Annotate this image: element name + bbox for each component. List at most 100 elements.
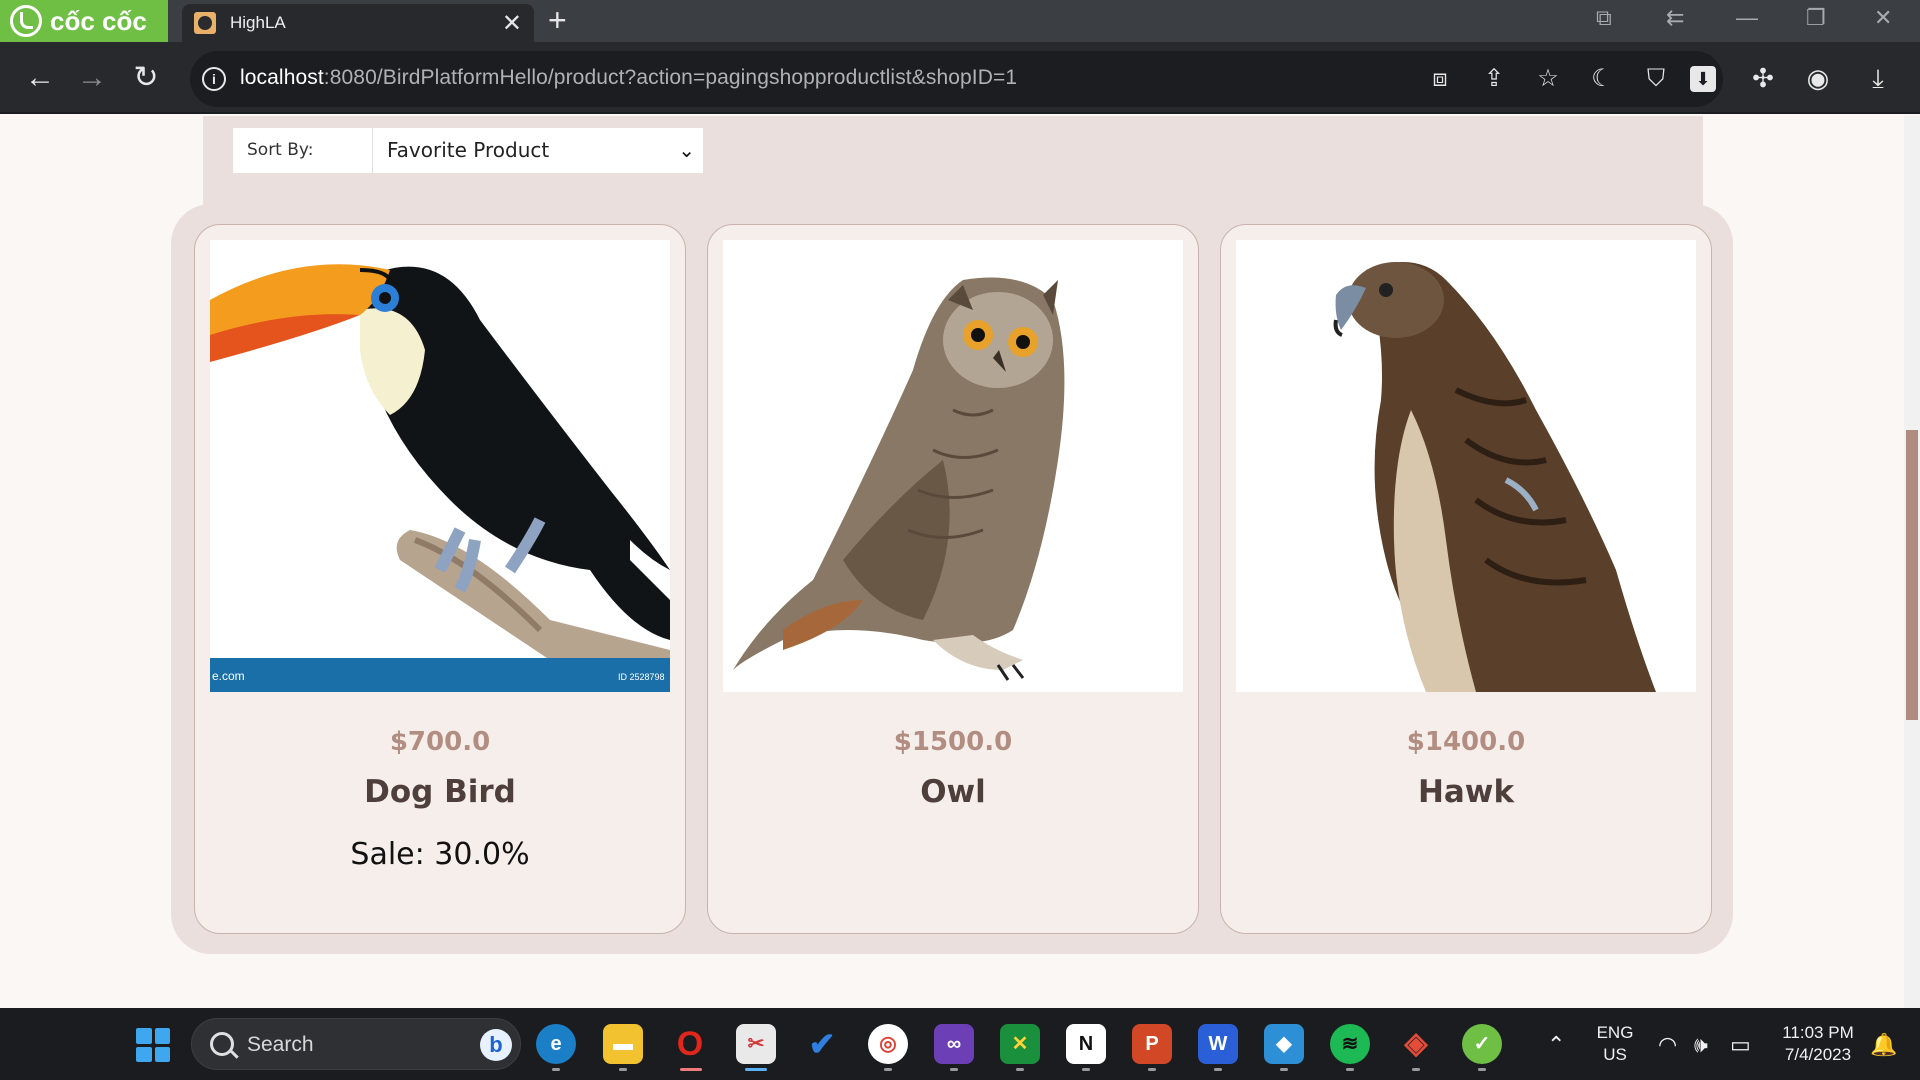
- notion-icon[interactable]: N: [1066, 1024, 1106, 1064]
- page-scrollbar[interactable]: [1904, 116, 1920, 1008]
- tab-close-icon[interactable]: ✕: [502, 9, 522, 38]
- product-image-owl[interactable]: [723, 240, 1183, 692]
- downloads-icon[interactable]: ⤓: [1860, 60, 1896, 96]
- taskbar-search-box[interactable]: Search b: [191, 1018, 521, 1070]
- edge-icon[interactable]: e: [536, 1024, 576, 1064]
- scrollbar-thumb[interactable]: [1906, 430, 1918, 720]
- battery-icon[interactable]: ▭: [1730, 1032, 1751, 1058]
- coccoc-taskbar-icon[interactable]: ✓: [1462, 1024, 1502, 1064]
- volume-icon[interactable]: 🕪: [1694, 1032, 1708, 1058]
- address-bar[interactable]: i localhost:8080/BirdPlatformHello/produ…: [190, 51, 1723, 107]
- file-explorer-icon[interactable]: ▬: [603, 1024, 643, 1064]
- url-text[interactable]: localhost:8080/BirdPlatformHello/product…: [240, 66, 1017, 90]
- product-image-hawk[interactable]: [1236, 240, 1696, 692]
- tab-search-icon[interactable]: ⇇: [1666, 5, 1684, 31]
- chevron-down-icon: ⌄: [678, 138, 695, 162]
- app-running-indicator: [950, 1068, 958, 1071]
- sort-selected-value: Favorite Product: [387, 138, 550, 162]
- coccoc-brand-button[interactable]: cốc cốc: [0, 0, 168, 42]
- wifi-icon[interactable]: ◠: [1658, 1032, 1677, 1058]
- app-running-indicator: [1214, 1068, 1222, 1071]
- page-viewport: Sort By: Favorite Product ⌄ e.com ID 252…: [0, 116, 1904, 1008]
- app-running-indicator: [1478, 1068, 1486, 1071]
- app-running-indicator: [884, 1068, 892, 1071]
- savior-download-icon[interactable]: ⬇: [1690, 66, 1716, 92]
- minimize-icon[interactable]: —: [1736, 5, 1758, 31]
- url-path: :8080/BirdPlatformHello/product?action=p…: [323, 66, 1018, 89]
- close-window-icon[interactable]: ✕: [1874, 5, 1892, 31]
- product-image-toucan[interactable]: e.com ID 2528798: [210, 240, 670, 692]
- clock-date: 7/4/2023: [1784, 1045, 1852, 1064]
- product-name[interactable]: Dog Bird: [195, 774, 685, 810]
- product-sale: Sale: 30.0%: [350, 837, 530, 872]
- site-info-icon[interactable]: i: [202, 67, 226, 91]
- reload-icon[interactable]: ↻: [126, 58, 166, 98]
- product-card[interactable]: $1400.0 Hawk: [1220, 224, 1712, 934]
- toucan-illustration: e.com ID 2528798: [210, 240, 670, 692]
- excel-like-icon[interactable]: ✕: [1000, 1024, 1040, 1064]
- app-running-indicator: [619, 1068, 627, 1071]
- windows-taskbar: Search b e ▬ O ✂ ✔ ◎ ∞ ✕ N P W ◆ ≋ ◈ ✓ ⌃…: [0, 1008, 1920, 1080]
- back-arrow-icon[interactable]: ←: [20, 58, 60, 98]
- tab-title: HighLA: [230, 13, 286, 32]
- translate-icon[interactable]: ⧈: [1424, 63, 1456, 95]
- powerpoint-icon[interactable]: P: [1132, 1024, 1172, 1064]
- clock-time: 11:03 PM: [1782, 1023, 1854, 1042]
- new-tab-button[interactable]: +: [548, 2, 567, 39]
- visual-studio-icon[interactable]: ∞: [934, 1024, 974, 1064]
- app-running-indicator: [1412, 1068, 1420, 1071]
- product-price: $1400.0: [1406, 727, 1526, 757]
- tab-favicon-icon: [194, 12, 216, 34]
- clock[interactable]: 11:03 PM 7/4/2023: [1770, 1022, 1866, 1066]
- word-icon[interactable]: W: [1198, 1024, 1238, 1064]
- extensions-puzzle-icon[interactable]: ✣: [1745, 60, 1781, 96]
- virtualbox-icon[interactable]: ◆: [1264, 1024, 1304, 1064]
- profile-icon[interactable]: ◉: [1800, 60, 1836, 96]
- tab-highla[interactable]: HighLA ✕: [182, 4, 534, 42]
- forward-arrow-icon[interactable]: →: [72, 58, 112, 98]
- bookmark-star-icon[interactable]: ☆: [1532, 63, 1564, 95]
- chevron-up-icon[interactable]: ⌃: [1547, 1032, 1565, 1058]
- product-name[interactable]: Owl: [708, 774, 1198, 810]
- app-running-indicator: [680, 1068, 702, 1071]
- chrome-icon[interactable]: ◎: [868, 1024, 908, 1064]
- browser-title-bar: cốc cốc HighLA ✕ + ⧉ ⇇ — ❐ ✕: [0, 0, 1920, 42]
- sort-select[interactable]: Favorite Product ⌄: [373, 128, 703, 173]
- app-running-indicator: [745, 1068, 767, 1071]
- url-host: localhost: [240, 66, 324, 89]
- app-running-indicator: [552, 1068, 560, 1071]
- opera-icon[interactable]: O: [670, 1024, 710, 1064]
- app-running-indicator: [1280, 1068, 1288, 1071]
- owl-illustration: [723, 240, 1183, 692]
- notification-bell-icon[interactable]: 🔔: [1870, 1032, 1897, 1058]
- spotify-icon[interactable]: ≋: [1330, 1024, 1370, 1064]
- app-running-indicator: [1346, 1068, 1354, 1071]
- sort-by-label: Sort By:: [233, 128, 373, 173]
- product-card[interactable]: $1500.0 Owl: [707, 224, 1199, 934]
- search-placeholder: Search: [247, 1033, 314, 1056]
- app-running-indicator: [1082, 1068, 1090, 1071]
- bing-icon[interactable]: b: [480, 1029, 512, 1061]
- dark-mode-moon-icon[interactable]: ☾: [1586, 63, 1618, 95]
- product-price: $700.0: [389, 727, 491, 757]
- adblock-shield-icon[interactable]: ⛉: [1640, 63, 1672, 95]
- product-price: $1500.0: [893, 727, 1013, 757]
- product-card[interactable]: e.com ID 2528798 $700.0 Dog Bird Sale: 3…: [194, 224, 686, 934]
- language-indicator[interactable]: ENG US: [1590, 1022, 1640, 1066]
- screenshot-icon[interactable]: ⧉: [1596, 5, 1612, 31]
- search-icon: [210, 1032, 234, 1056]
- todo-check-icon[interactable]: ✔: [802, 1024, 842, 1064]
- gitkraken-icon[interactable]: ◈: [1396, 1024, 1436, 1064]
- product-name[interactable]: Hawk: [1221, 774, 1711, 810]
- restore-icon[interactable]: ❐: [1806, 5, 1826, 31]
- app-running-indicator: [1148, 1068, 1156, 1071]
- windows-start-icon[interactable]: [136, 1028, 170, 1062]
- language-code: ENG: [1596, 1023, 1634, 1042]
- language-region: US: [1603, 1045, 1627, 1064]
- coccoc-logo-icon: [10, 5, 42, 37]
- watermark-id: ID 2528798: [618, 672, 665, 682]
- address-toolbar: ← → ↻ i localhost:8080/BirdPlatformHello…: [0, 42, 1920, 114]
- app-running-indicator: [1016, 1068, 1024, 1071]
- snipping-tool-icon[interactable]: ✂: [736, 1024, 776, 1064]
- share-icon[interactable]: ⇪: [1478, 63, 1510, 95]
